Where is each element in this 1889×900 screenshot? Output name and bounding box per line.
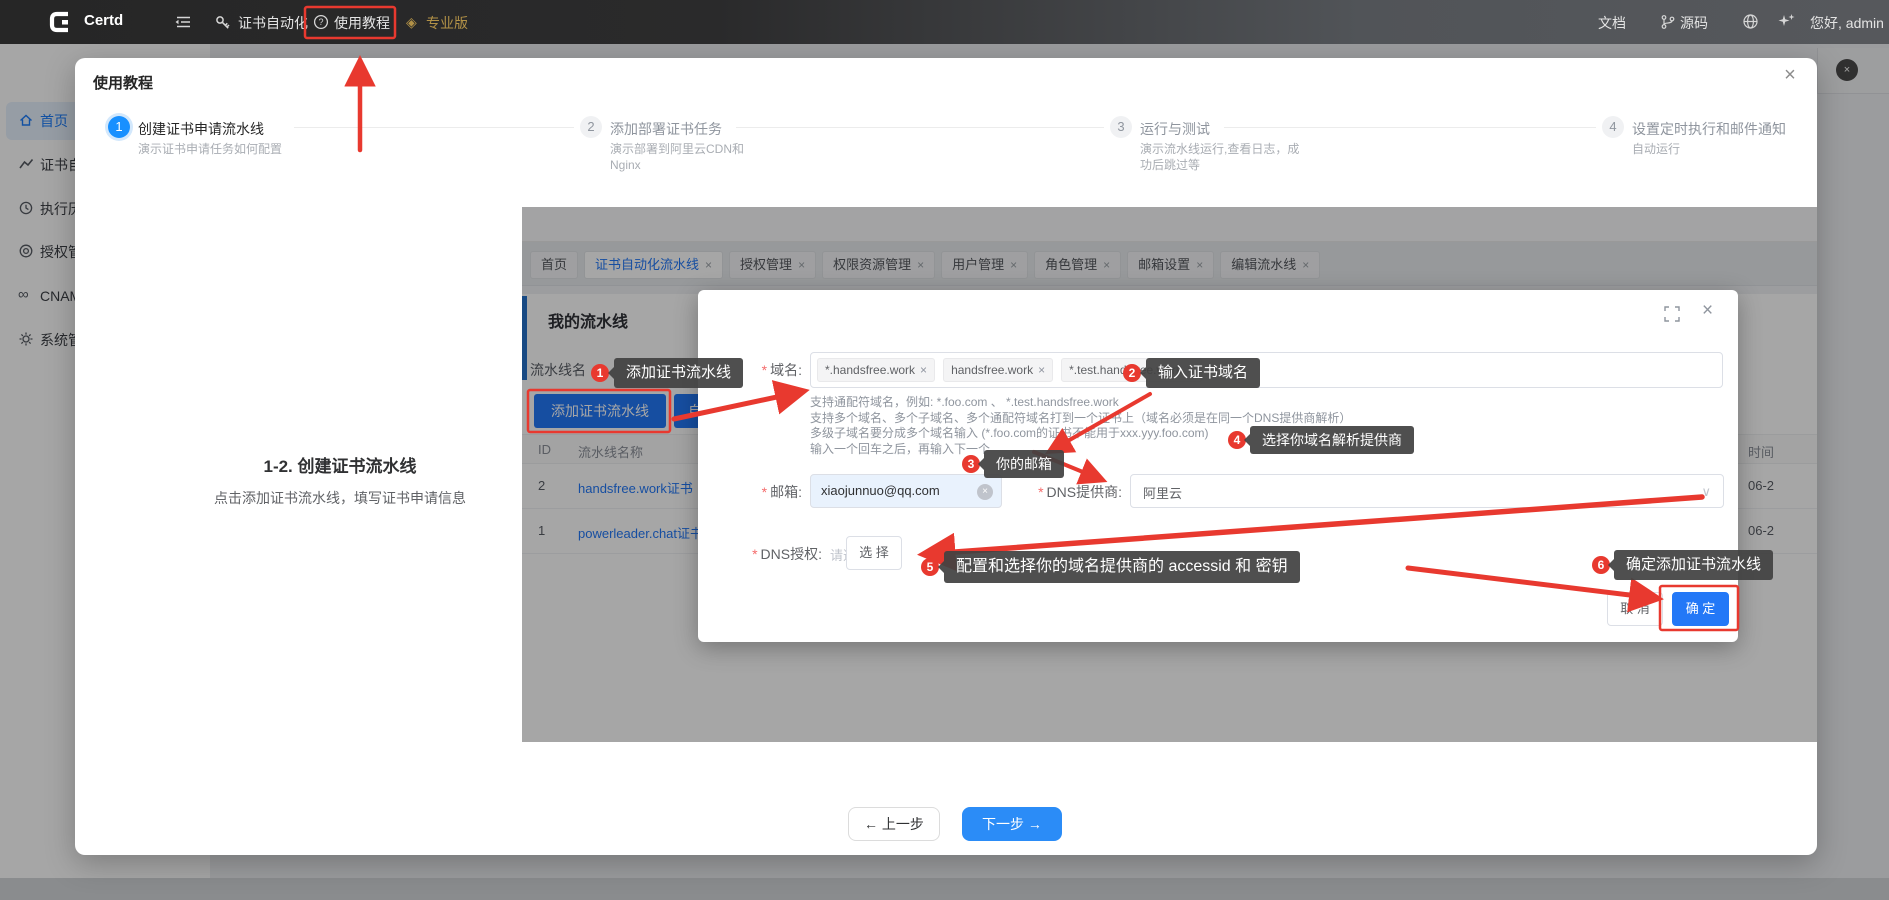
annotation-tooltip-1: 添加证书流水线 [614, 358, 743, 388]
step-desc-2: 演示部署到阿里云CDN和Nginx [610, 141, 770, 173]
domain-tag: handsfree.work× [943, 358, 1053, 382]
nav-pro-edition[interactable]: 专业版 [426, 13, 468, 33]
dns-provider-label: *DNS提供商: [998, 482, 1122, 502]
clear-input-icon[interactable]: × [977, 484, 993, 500]
email-field[interactable]: xiaojunnuo@qq.com × [810, 474, 1002, 508]
pro-badge-icon: ◈ [406, 14, 417, 31]
step-desc-4: 自动运行 [1632, 141, 1802, 157]
step-title-1: 创建证书申请流水线 [138, 119, 264, 139]
step-connector [294, 127, 574, 128]
tutorial-step-description: 点击添加证书流水线，填写证书申请信息 [140, 488, 540, 508]
cancel-button[interactable]: 取 消 [1607, 592, 1663, 626]
domain-tag: *.handsfree.work× [817, 358, 935, 382]
domain-tags-input[interactable]: *.handsfree.work× handsfree.work× *.test… [810, 352, 1723, 388]
annotation-tooltip-6: 确定添加证书流水线 [1614, 550, 1773, 580]
dialog-close-icon[interactable]: × [1702, 300, 1713, 322]
step-circle-3: 3 [1110, 116, 1132, 138]
dns-provider-select[interactable]: 阿里云 ∨ [1130, 474, 1724, 508]
annotation-badge-2: 2 [1123, 364, 1141, 382]
nav-tutorial[interactable]: 使用教程 [334, 13, 390, 33]
brand-name: Certd [84, 12, 123, 29]
question-circle-icon: ? [313, 14, 329, 30]
svg-text:?: ? [318, 17, 323, 27]
key-icon [214, 14, 231, 31]
modal-close-icon[interactable]: × [1778, 64, 1802, 87]
step-circle-1: 1 [108, 116, 130, 138]
nav-docs[interactable]: 文档 [1598, 13, 1626, 33]
step-circle-4: 4 [1602, 116, 1624, 138]
step-connector [736, 127, 1104, 128]
certd-logo [46, 8, 74, 36]
step-connector [1224, 127, 1596, 128]
annotation-tooltip-5: 配置和选择你的域名提供商的 accessid 和 密钥 [944, 551, 1300, 583]
step-title-2: 添加部署证书任务 [610, 119, 722, 139]
nav-source-code[interactable]: 源码 [1680, 13, 1708, 33]
tag-close-icon[interactable]: × [1038, 363, 1045, 377]
annotation-tooltip-4: 选择你域名解析提供商 [1250, 426, 1414, 454]
step-circle-2: 2 [580, 116, 602, 138]
dns-auth-label: *DNS授权: [698, 544, 822, 564]
add-pipeline-dialog: × *域名: *.handsfree.work× handsfree.work×… [698, 290, 1738, 642]
modal-title: 使用教程 [93, 72, 153, 93]
user-greeting[interactable]: 您好, admin [1810, 13, 1884, 33]
topbar: Certd 证书自动化 ? 使用教程 ◈ 专业版 文档 源码 您好, admin [0, 0, 1889, 44]
email-field-label: *邮箱: [698, 482, 802, 502]
email-value: xiaojunnuo@qq.com [821, 483, 940, 498]
dns-provider-value: 阿里云 [1143, 483, 1182, 502]
annotation-tooltip-2: 输入证书域名 [1146, 358, 1260, 388]
confirm-button[interactable]: 确 定 [1672, 592, 1729, 626]
git-branch-icon [1660, 14, 1676, 30]
fullscreen-icon[interactable] [1664, 306, 1680, 322]
step-title-3: 运行与测试 [1140, 119, 1210, 139]
nav-cert-automation[interactable]: 证书自动化 [238, 13, 308, 33]
annotation-badge-5: 5 [921, 558, 939, 576]
step-title-4: 设置定时执行和邮件通知 [1632, 119, 1786, 139]
menu-fold-icon[interactable] [174, 14, 192, 30]
choose-dns-auth-button[interactable]: 选 择 [846, 536, 902, 570]
annotation-badge-1: 1 [591, 364, 609, 382]
step-desc-3: 演示流水线运行,查看日志，成功后跳过等 [1140, 141, 1300, 173]
tutorial-step-heading: 1-2. 创建证书流水线 [140, 452, 540, 477]
next-step-button[interactable]: 下一步 → [962, 807, 1062, 841]
step-desc-1: 演示证书申请任务如何配置 [138, 141, 288, 157]
chevron-down-icon: ∨ [1701, 484, 1711, 500]
prev-step-button[interactable]: ← 上一步 [848, 807, 940, 841]
globe-icon[interactable] [1742, 13, 1759, 30]
tag-close-icon[interactable]: × [920, 363, 927, 377]
annotation-tooltip-3: 你的邮箱 [984, 450, 1064, 478]
sparkles-icon[interactable] [1778, 13, 1796, 30]
